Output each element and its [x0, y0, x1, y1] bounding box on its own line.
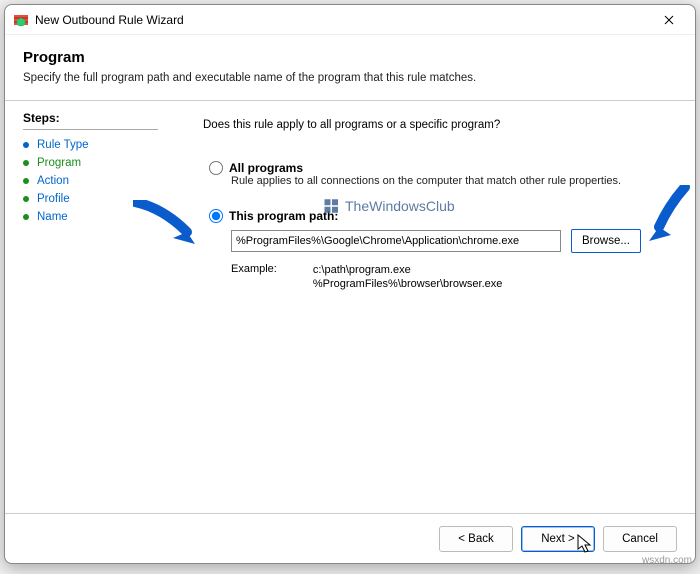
source-tag: wsxdn.com	[642, 555, 692, 566]
example-block: Example: c:\path\program.exe %ProgramFil…	[231, 263, 673, 292]
radio-path-input-choice[interactable]	[209, 209, 223, 223]
program-path-input[interactable]	[231, 230, 561, 252]
steps-title: Steps:	[23, 111, 173, 125]
option-this-path: This program path: Browse... Example: c:…	[209, 209, 673, 292]
window-title: New Outbound Rule Wizard	[35, 13, 651, 27]
steps-sidebar: Steps: Rule Type Program Action Profile …	[23, 109, 173, 513]
content: Does this rule apply to all programs or …	[173, 109, 677, 513]
bullet-icon	[23, 160, 29, 166]
option-all-programs: All programs Rule applies to all connect…	[209, 161, 673, 187]
next-button[interactable]: Next >	[521, 526, 595, 552]
firewall-icon	[13, 12, 29, 28]
example-label: Example:	[231, 263, 277, 292]
bullet-icon	[23, 142, 29, 148]
browse-button[interactable]: Browse...	[571, 229, 641, 253]
radio-all-programs[interactable]: All programs	[209, 161, 673, 175]
step-action[interactable]: Action	[23, 172, 173, 190]
footer: < Back Next > Cancel	[5, 513, 695, 563]
step-name[interactable]: Name	[23, 208, 173, 226]
radio-this-path[interactable]: This program path:	[209, 209, 673, 223]
page-title: Program	[23, 49, 677, 66]
question-text: Does this rule apply to all programs or …	[203, 119, 673, 131]
back-button[interactable]: < Back	[439, 526, 513, 552]
step-label: Action	[37, 175, 69, 187]
header: Program Specify the full program path an…	[5, 35, 695, 94]
radio-all-label: All programs	[229, 161, 303, 175]
bullet-icon	[23, 196, 29, 202]
titlebar: New Outbound Rule Wizard	[5, 5, 695, 35]
bullet-icon	[23, 214, 29, 220]
body: Steps: Rule Type Program Action Profile …	[5, 101, 695, 513]
page-subtitle: Specify the full program path and execut…	[23, 72, 677, 84]
step-profile[interactable]: Profile	[23, 190, 173, 208]
radio-path-label: This program path:	[229, 209, 338, 223]
wizard-window: New Outbound Rule Wizard Program Specify…	[4, 4, 696, 564]
step-program[interactable]: Program	[23, 154, 173, 172]
example-lines: c:\path\program.exe %ProgramFiles%\brows…	[313, 263, 503, 292]
step-label: Program	[37, 157, 81, 169]
path-input-row: Browse...	[231, 229, 673, 253]
step-label: Rule Type	[37, 139, 89, 151]
step-label: Profile	[37, 193, 70, 205]
radio-all-input[interactable]	[209, 161, 223, 175]
cancel-button[interactable]: Cancel	[603, 526, 677, 552]
bullet-icon	[23, 178, 29, 184]
close-icon	[664, 15, 674, 25]
step-rule-type[interactable]: Rule Type	[23, 136, 173, 154]
close-button[interactable]	[651, 8, 687, 32]
radio-all-desc: Rule applies to all connections on the c…	[231, 175, 673, 187]
step-label: Name	[37, 211, 68, 223]
